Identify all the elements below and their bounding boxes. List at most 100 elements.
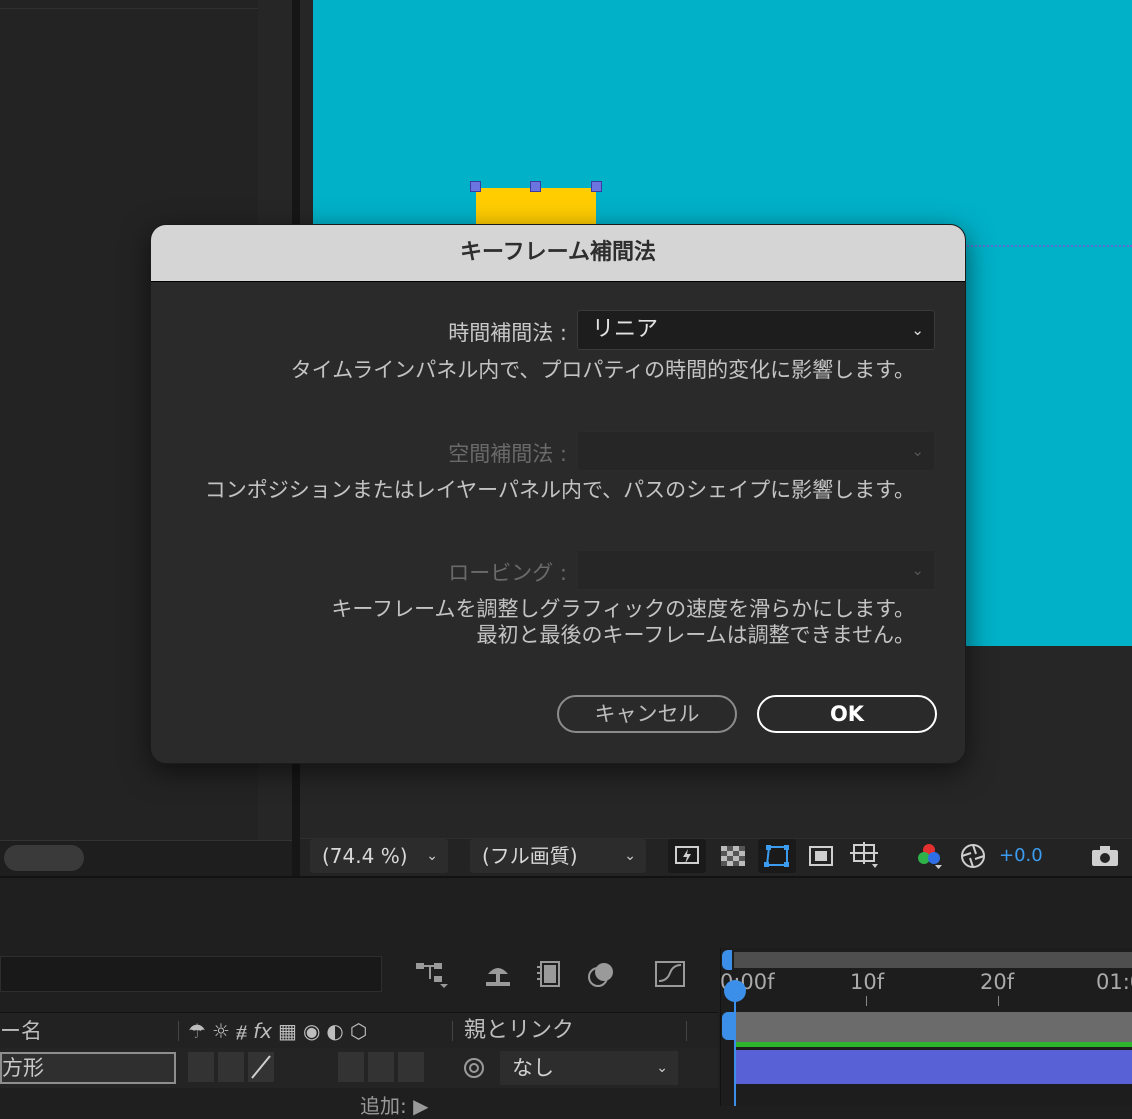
dialog-title: キーフレーム補間法 [151,225,965,282]
parent-dropdown[interactable]: なし ⌄ [500,1051,678,1085]
chevron-down-icon: ⌄ [911,442,924,460]
ruler-tick [998,996,999,1006]
channel-button[interactable] [910,839,948,873]
mask-path-icon [764,845,789,867]
collapse-icon: ☼ [211,1019,230,1043]
motion-blur-button[interactable] [582,956,622,992]
rgb-channels-icon [918,844,942,869]
flowchart-icon [416,963,448,988]
camera-icon [1092,846,1118,866]
temporal-interpolation-label: 時間補間法 : [448,321,567,345]
snapshot-button[interactable] [1086,839,1124,873]
roving-select[interactable]: ⌄ [577,550,935,590]
column-separator [178,1021,179,1041]
render-cache-bar [734,1042,1132,1047]
ruler-label: 01:0 [1096,970,1132,994]
transparency-grid-button[interactable] [714,839,752,873]
exposure-value[interactable]: +0.0 [999,839,1043,873]
timeline-column-header: ー名 ☂ ☼ ⧥ fx ▦ ◉ ◐ ⬡ 親とリンク [0,1012,718,1050]
chevron-down-icon: ⌄ [911,561,924,579]
adjustment-switch[interactable] [368,1052,394,1082]
roving-label: ロービング : [448,561,567,585]
temporal-description: タイムラインパネル内で、プロパティの時間的変化に影響します。 [290,358,915,382]
work-area-start-handle[interactable] [722,950,732,970]
fast-preview-button[interactable] [668,839,706,873]
fast-preview-icon [675,846,699,864]
timeline-search-input[interactable] [0,956,382,992]
shape-handle-right[interactable] [591,181,602,192]
mask-visibility-button[interactable] [758,839,796,873]
shy-icon [486,968,510,986]
frame-blend-icon: ▦ [278,1019,297,1043]
add-label: 追加: [360,1094,407,1118]
layer-name-column[interactable]: ー名 [0,1013,42,1049]
ruler-label: 20f [980,970,1015,994]
time-ruler[interactable]: 0:00f 10f 20f 01:0 [720,968,1132,1008]
roving-description-line1: キーフレームを調整しグラフィックの速度を滑らかにします。 [331,597,915,621]
graph-editor-button[interactable] [650,956,690,992]
ok-button[interactable]: OK [757,695,937,733]
checkerboard-icon [721,846,745,866]
shy-switch[interactable] [188,1052,214,1082]
zoom-dropdown[interactable]: (74.4 %) ⌄ [310,839,448,873]
composition-duration-bar [734,1012,1132,1046]
layer-duration-bar[interactable] [734,1050,1132,1084]
work-area-bar[interactable] [734,952,1132,968]
project-scrollbar[interactable] [0,840,292,877]
temporal-interpolation-value: リニア [592,317,659,342]
3d-layer-icon: ⬡ [349,1019,368,1043]
region-of-interest-button[interactable] [802,839,840,873]
motion-blur-switch[interactable] [338,1052,364,1082]
spatial-interpolation-select[interactable]: ⌄ [577,431,935,471]
adjustment-layer-icon: ◐ [326,1019,344,1043]
resolution-dropdown[interactable]: (フル画質) ⌄ [470,839,646,873]
viewer-toolbar: (74.4 %) ⌄ (フル画質) ⌄ +0.0 [300,838,1132,877]
zoom-value: (74.4 %) [322,844,408,868]
spatial-description: コンポジションまたはレイヤーパネル内で、パスのシェイプに影響します。 [204,478,915,502]
3d-switch[interactable] [398,1052,424,1082]
parent-value: なし [512,1056,554,1080]
scrollbar-thumb[interactable] [4,845,84,871]
layer-start-handle[interactable] [722,1012,734,1040]
quality-switch[interactable] [248,1052,274,1082]
aperture-icon [961,844,985,868]
roving-description-line2: 最初と最後のキーフレームは調整できません。 [476,623,915,647]
pick-whip-icon[interactable] [456,1052,492,1084]
layer-name-field[interactable]: 方形 [0,1052,176,1084]
motion-blur-icon [588,963,613,987]
grid-guides-icon [850,842,878,868]
frame-blending-button[interactable] [530,956,570,992]
ruler-label: 10f [850,970,885,994]
keyframe-interpolation-dialog: キーフレーム補間法 時間補間法 : リニア ⌄ タイムラインパネル内で、プロパテ… [150,224,966,764]
graph-editor-icon [655,961,685,987]
panel-divider [0,8,258,9]
layer-name: 方形 [2,1056,44,1080]
play-circle-icon[interactable]: ▶ [413,1094,428,1118]
spatial-interpolation-label: 空間補間法 : [448,442,567,466]
yellow-rectangle-layer[interactable] [476,188,596,228]
exposure-reset-button[interactable] [954,839,992,873]
column-separator [686,1021,687,1041]
temporal-interpolation-select[interactable]: リニア ⌄ [577,310,935,350]
chevron-down-icon: ⌄ [911,321,924,339]
column-separator [452,1021,453,1041]
quality-slash-icon [251,1055,271,1079]
hide-shy-layers-button[interactable] [478,956,518,992]
shape-handle-mid[interactable] [530,181,541,192]
collapse-switch[interactable] [218,1052,244,1082]
motion-path [960,245,1132,247]
quality-icon: ⧥ [235,1019,248,1043]
shape-handle-left[interactable] [470,181,481,192]
switches-column: ☂ ☼ ⧥ fx ▦ ◉ ◐ ⬡ [188,1013,367,1049]
add-property-row[interactable]: 追加: ▶ [360,1090,429,1119]
playhead-handle[interactable] [724,980,746,1002]
region-of-interest-icon [809,846,833,866]
shy-icon: ☂ [188,1019,206,1043]
composition-flowchart-button[interactable] [412,956,452,992]
layer-row[interactable]: 方形 なし ⌄ [0,1048,718,1088]
grid-guides-button[interactable] [846,839,884,873]
cancel-button[interactable]: キャンセル [557,695,737,733]
playhead-line[interactable] [734,984,736,1106]
parent-link-column[interactable]: 親とリンク [464,1013,574,1049]
effect-icon: fx [253,1019,273,1043]
